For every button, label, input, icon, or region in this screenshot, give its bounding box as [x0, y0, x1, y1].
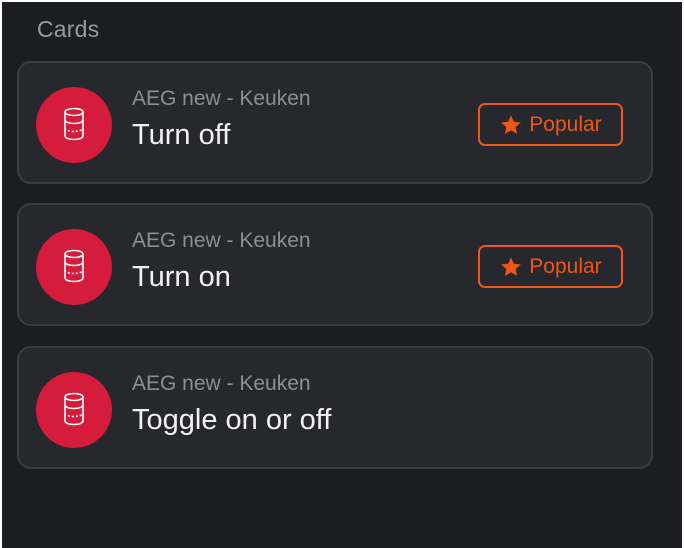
card-toggle[interactable]: AEG new - Keuken Toggle on or off: [17, 346, 653, 469]
star-icon: [499, 255, 523, 279]
device-cylinder-icon: [36, 229, 112, 305]
card-title: Toggle on or off: [132, 404, 332, 436]
card-subtitle: AEG new - Keuken: [132, 229, 311, 252]
card-title: Turn off: [132, 119, 231, 151]
device-cylinder-icon: [36, 372, 112, 448]
device-cylinder-icon: [36, 87, 112, 163]
star-icon: [499, 113, 523, 137]
popular-badge: Popular: [478, 103, 623, 146]
card-turn-on[interactable]: AEG new - Keuken Turn on Popular: [17, 203, 653, 326]
card-turn-off[interactable]: AEG new - Keuken Turn off Popular: [17, 61, 653, 184]
card-title: Turn on: [132, 261, 231, 293]
card-subtitle: AEG new - Keuken: [132, 372, 311, 395]
cards-panel: Cards AEG new - Keuken Turn off Popular: [2, 2, 682, 548]
card-subtitle: AEG new - Keuken: [132, 87, 311, 110]
badge-label: Popular: [529, 112, 602, 136]
section-title: Cards: [37, 16, 100, 42]
badge-label: Popular: [529, 254, 602, 278]
popular-badge: Popular: [478, 245, 623, 288]
